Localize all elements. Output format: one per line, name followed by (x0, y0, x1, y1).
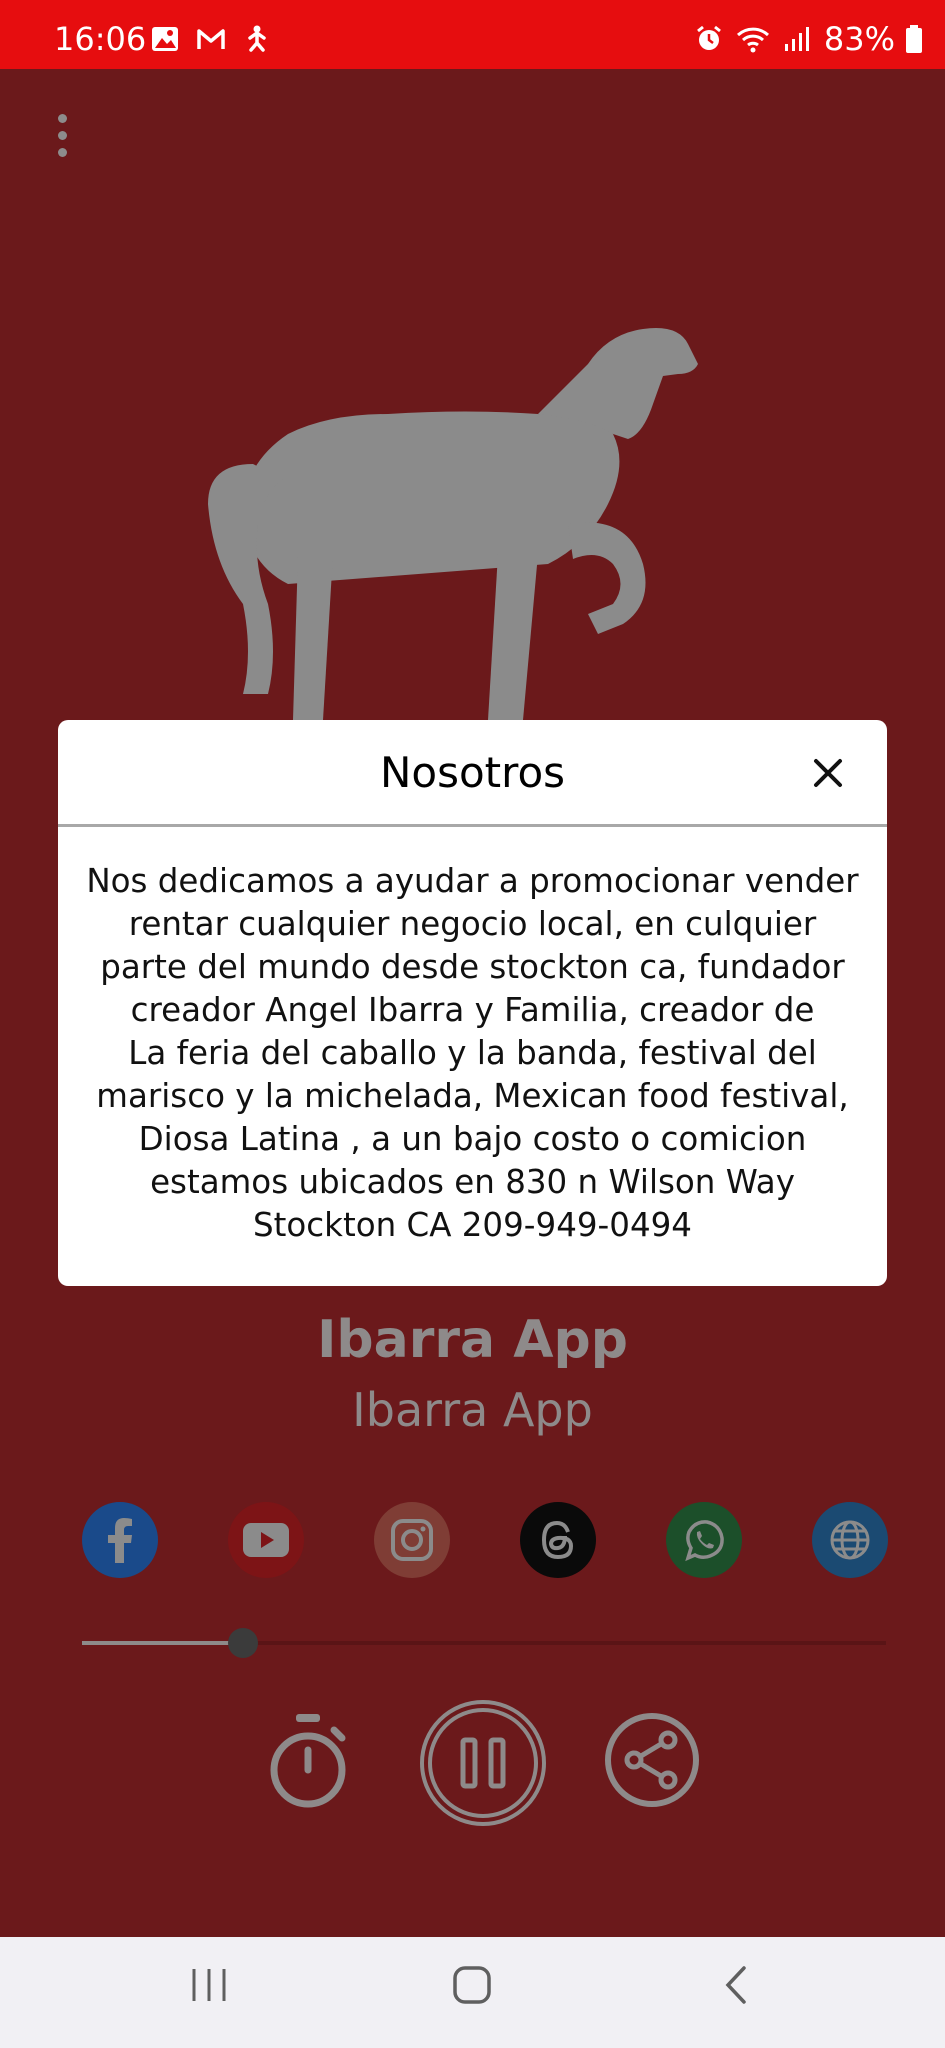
status-time: 16:06 (54, 20, 147, 58)
pause-button[interactable] (418, 1698, 548, 1828)
close-icon[interactable] (811, 756, 845, 790)
alarm-icon (696, 25, 721, 50)
share-icon[interactable] (604, 1712, 700, 1808)
dialog-header: Nosotros (58, 720, 887, 827)
youtube-icon[interactable] (228, 1502, 304, 1578)
gmail-icon (197, 29, 225, 49)
seek-bar[interactable] (82, 1628, 886, 1658)
station-subtitle: Ibarra App (352, 1383, 593, 1437)
signal-icon (784, 27, 809, 51)
recent-apps-icon[interactable] (190, 1965, 228, 2005)
about-dialog: Nosotros Nos dedicamos a ayudar a promoc… (58, 720, 887, 1286)
seek-bar-progress (82, 1641, 243, 1645)
sleep-timer-icon[interactable] (266, 1712, 350, 1812)
threads-icon[interactable] (520, 1502, 596, 1578)
website-globe-icon[interactable] (812, 1502, 888, 1578)
dialog-body-text: Nos dedicamos a ayudar a promocionar ven… (86, 862, 859, 1244)
status-right: 83% (692, 20, 923, 58)
home-icon[interactable] (452, 1965, 492, 2005)
status-bar: 16:06 83% (0, 0, 945, 69)
wifi-icon (736, 27, 769, 53)
station-artwork (68, 264, 876, 720)
instagram-icon[interactable] (374, 1502, 450, 1578)
battery-percent: 83% (823, 20, 895, 58)
accessibility-icon (248, 25, 266, 52)
back-icon[interactable] (722, 1965, 752, 2005)
gallery-icon (152, 27, 178, 51)
social-links (82, 1502, 888, 1578)
seek-bar-thumb[interactable] (227, 1628, 258, 1658)
battery-icon (906, 25, 922, 53)
player-controls (0, 1690, 945, 1840)
whatsapp-icon[interactable] (666, 1502, 742, 1578)
system-nav-bar (0, 1937, 945, 2048)
station-title: Ibarra App (317, 1310, 628, 1370)
horse-logo-icon (208, 328, 698, 720)
status-left-icons (148, 24, 274, 54)
facebook-icon[interactable] (82, 1502, 158, 1578)
dialog-title: Nosotros (379, 748, 566, 797)
overflow-menu-icon[interactable] (52, 114, 72, 158)
